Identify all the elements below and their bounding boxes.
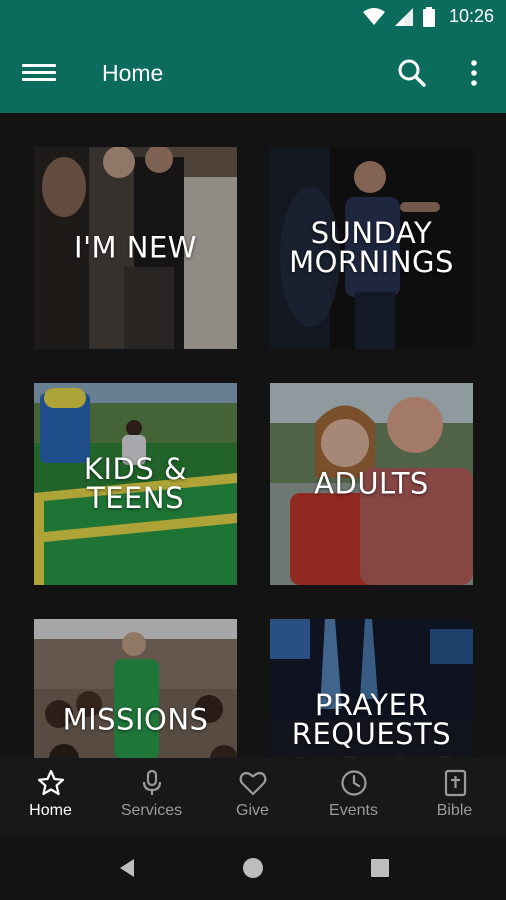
nav-label: Give xyxy=(236,802,269,819)
nav-item-services[interactable]: Services xyxy=(101,758,202,836)
menu-icon-line xyxy=(22,78,56,81)
status-time: 10:26 xyxy=(448,6,494,26)
tile-label: MISSIONS xyxy=(62,702,209,737)
tile-kids-teens[interactable]: KIDS & TEENS xyxy=(34,383,237,585)
tile-grid: I'M NEW SUNDAY MORNINGS KIDS & TEENS ADU… xyxy=(0,113,506,758)
nav-item-bible[interactable]: Bible xyxy=(404,758,505,836)
tile-label: I'M NEW xyxy=(74,230,197,265)
tile-missions[interactable]: MISSIONS xyxy=(34,619,237,758)
nav-label: Events xyxy=(329,802,378,819)
status-icons: 10:26 xyxy=(362,6,494,27)
nav-item-home[interactable]: Home xyxy=(0,758,101,836)
heart-icon xyxy=(239,772,266,796)
back-icon[interactable] xyxy=(115,856,139,880)
system-navigation-bar xyxy=(0,836,506,900)
app-bar: Home xyxy=(0,36,506,113)
home-circle-icon[interactable] xyxy=(241,856,265,880)
more-options-button[interactable] xyxy=(464,56,484,90)
clock-icon xyxy=(340,770,367,796)
menu-icon-line xyxy=(22,64,56,67)
nav-item-events[interactable]: Events xyxy=(303,758,404,836)
tile-sunday-mornings[interactable]: SUNDAY MORNINGS xyxy=(270,147,473,349)
tile-adults[interactable]: ADULTS xyxy=(270,383,473,585)
tile-prayer-requests[interactable]: PRAYER REQUESTS xyxy=(270,619,473,758)
tile-label: PRAYER REQUESTS xyxy=(291,688,452,751)
battery-icon xyxy=(422,6,435,27)
bottom-navigation: Home Services Give Events Bible xyxy=(0,758,506,836)
tile-overlay xyxy=(34,619,237,758)
search-icon xyxy=(398,59,426,87)
menu-button[interactable] xyxy=(22,60,56,90)
wifi-icon xyxy=(362,7,385,25)
microphone-icon xyxy=(142,769,161,795)
nav-label: Bible xyxy=(436,802,473,819)
nav-label: Home xyxy=(29,802,72,819)
nav-item-give[interactable]: Give xyxy=(202,758,303,836)
signal-icon xyxy=(394,7,413,26)
tile-label: KIDS & TEENS xyxy=(83,452,188,515)
tile-label: SUNDAY MORNINGS xyxy=(289,216,454,279)
menu-icon-line xyxy=(22,71,56,74)
star-icon xyxy=(37,769,64,796)
more-vert-icon xyxy=(471,60,477,86)
page-title: Home xyxy=(102,60,164,86)
recents-icon[interactable] xyxy=(368,856,392,880)
nav-label: Services xyxy=(120,802,183,819)
bible-icon xyxy=(444,769,466,797)
tile-im-new[interactable]: I'M NEW xyxy=(34,147,237,349)
status-bar: 10:26 xyxy=(0,0,506,36)
search-button[interactable] xyxy=(395,56,429,90)
tile-label: ADULTS xyxy=(314,466,429,501)
